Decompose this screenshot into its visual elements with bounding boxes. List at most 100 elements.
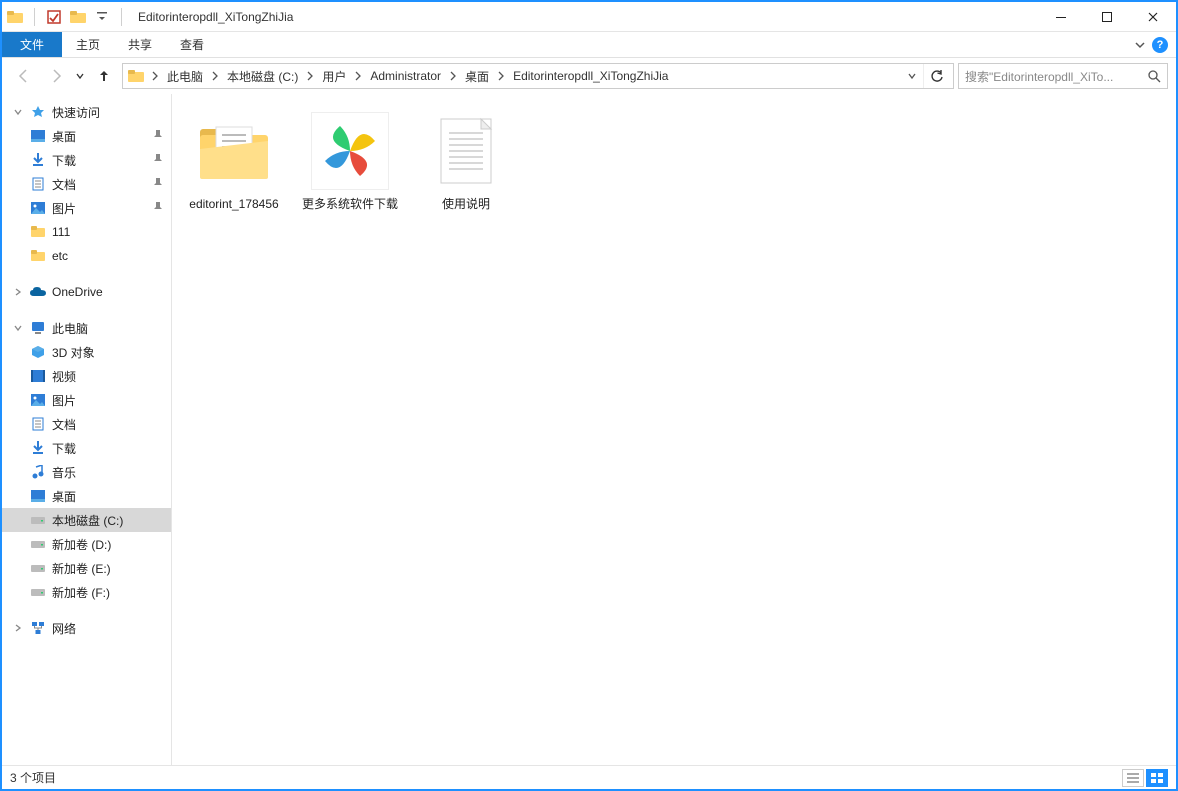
file-name: editorint_178456: [189, 196, 278, 212]
chevron-down-icon[interactable]: [12, 323, 24, 333]
quick-access-toolbar: Editorinteropdll_XiTongZhiJia: [2, 8, 293, 26]
video-icon: [30, 368, 46, 384]
folder-icon: [30, 224, 46, 240]
view-toggles: [1122, 769, 1168, 787]
sidebar-item-drive-e[interactable]: 新加卷 (E:): [2, 556, 171, 580]
sidebar-item-label: 111: [52, 225, 70, 239]
sidebar-item-pc-documents[interactable]: 文档: [2, 412, 171, 436]
list-item[interactable]: 更多系统软件下载: [296, 108, 404, 216]
search-icon: [1147, 69, 1161, 83]
sidebar-item-quick-access[interactable]: 快速访问: [2, 100, 171, 124]
pictures-icon: [30, 392, 46, 408]
document-icon: [30, 176, 46, 192]
sidebar-item-label: 3D 对象: [52, 344, 95, 361]
chevron-right-icon[interactable]: [12, 623, 24, 633]
drive-icon: [30, 560, 46, 576]
sidebar-item-network[interactable]: 网络: [2, 616, 171, 640]
details-view-button[interactable]: [1122, 769, 1144, 787]
chevron-right-icon[interactable]: [209, 71, 221, 81]
chevron-right-icon[interactable]: [12, 287, 24, 297]
chevron-right-icon[interactable]: [447, 71, 459, 81]
folder-icon: [30, 248, 46, 264]
sidebar-item-drive-d[interactable]: 新加卷 (D:): [2, 532, 171, 556]
nav-up-button[interactable]: [90, 62, 118, 90]
content-pane[interactable]: editorint_178456 更多系统软件下载: [172, 94, 1176, 765]
folder-icon: [69, 8, 87, 26]
crumb-this-pc[interactable]: 此电脑: [161, 64, 209, 88]
crumb-users[interactable]: 用户: [316, 64, 352, 88]
pin-icon: [153, 154, 163, 166]
list-item[interactable]: 使用说明: [412, 108, 520, 216]
cloud-icon: [30, 284, 46, 300]
qat-dropdown-icon[interactable]: [93, 8, 111, 26]
window-title: Editorinteropdll_XiTongZhiJia: [138, 10, 293, 24]
properties-icon[interactable]: [45, 8, 63, 26]
document-icon: [30, 416, 46, 432]
minimize-button[interactable]: [1038, 3, 1084, 31]
sidebar-item-pc-downloads[interactable]: 下载: [2, 436, 171, 460]
sidebar-item-downloads[interactable]: 下载: [2, 148, 171, 172]
sidebar-item-etc[interactable]: etc: [2, 244, 171, 268]
sidebar-item-onedrive[interactable]: OneDrive: [2, 280, 171, 304]
ribbon-tabs: 文件 主页 共享 查看 ?: [2, 32, 1176, 58]
chevron-right-icon[interactable]: [495, 71, 507, 81]
nav-back-button[interactable]: [10, 62, 38, 90]
sidebar-item-this-pc[interactable]: 此电脑: [2, 316, 171, 340]
file-name: 使用说明: [442, 196, 490, 212]
navigation-pane[interactable]: 快速访问 桌面 下载 文档: [2, 94, 172, 765]
sidebar-item-documents[interactable]: 文档: [2, 172, 171, 196]
crumb-desktop[interactable]: 桌面: [459, 64, 495, 88]
pin-icon: [153, 178, 163, 190]
titlebar: Editorinteropdll_XiTongZhiJia: [2, 2, 1176, 32]
address-bar[interactable]: 此电脑 本地磁盘 (C:) 用户 Administrator 桌面 Editor…: [122, 63, 954, 89]
download-icon: [30, 152, 46, 168]
crumb-drive-c[interactable]: 本地磁盘 (C:): [221, 64, 304, 88]
tab-share[interactable]: 共享: [114, 32, 166, 57]
pin-icon: [153, 202, 163, 214]
sidebar-item-videos[interactable]: 视频: [2, 364, 171, 388]
separator: [34, 8, 35, 26]
sidebar-item-pc-desktop[interactable]: 桌面: [2, 484, 171, 508]
list-item[interactable]: editorint_178456: [180, 108, 288, 216]
sidebar-item-pc-pictures[interactable]: 图片: [2, 388, 171, 412]
sidebar-item-label: etc: [52, 249, 68, 263]
tab-file[interactable]: 文件: [2, 32, 62, 57]
crumb-current-folder[interactable]: Editorinteropdll_XiTongZhiJia: [507, 64, 674, 88]
drive-icon: [30, 512, 46, 528]
chevron-down-icon[interactable]: [12, 107, 24, 117]
folder-icon: [6, 8, 24, 26]
window-controls: [1038, 3, 1176, 31]
sidebar-item-drive-c[interactable]: 本地磁盘 (C:): [2, 508, 171, 532]
chevron-right-icon[interactable]: [149, 71, 161, 81]
sidebar-item-label: 图片: [52, 392, 76, 409]
sidebar-item-label: 下载: [52, 440, 76, 457]
tab-home[interactable]: 主页: [62, 32, 114, 57]
sidebar-item-3d-objects[interactable]: 3D 对象: [2, 340, 171, 364]
sidebar-item-label: 新加卷 (F:): [52, 584, 110, 601]
chevron-right-icon[interactable]: [304, 71, 316, 81]
maximize-button[interactable]: [1084, 3, 1130, 31]
sidebar-item-music[interactable]: 音乐: [2, 460, 171, 484]
drive-icon: [30, 536, 46, 552]
nav-forward-button[interactable]: [42, 62, 70, 90]
search-input[interactable]: 搜索"Editorinteropdll_XiTo...: [958, 63, 1168, 89]
sidebar-item-111[interactable]: 111: [2, 220, 171, 244]
crumb-admin[interactable]: Administrator: [364, 64, 447, 88]
sidebar-item-drive-f[interactable]: 新加卷 (F:): [2, 580, 171, 604]
star-icon: [30, 104, 46, 120]
refresh-button[interactable]: [923, 64, 949, 88]
icons-view-button[interactable]: [1146, 769, 1168, 787]
nav-history-dropdown[interactable]: [74, 62, 86, 90]
window-frame: Editorinteropdll_XiTongZhiJia 文件 主页 共享 查…: [0, 0, 1178, 791]
pc-icon: [30, 320, 46, 336]
sidebar-item-desktop[interactable]: 桌面: [2, 124, 171, 148]
tab-view[interactable]: 查看: [166, 32, 218, 57]
addressbar-dropdown-icon[interactable]: [907, 71, 917, 81]
sidebar-item-label: 本地磁盘 (C:): [52, 512, 123, 529]
chevron-right-icon[interactable]: [352, 71, 364, 81]
body: 快速访问 桌面 下载 文档: [2, 94, 1176, 765]
ribbon-expand-icon[interactable]: [1134, 39, 1146, 51]
close-button[interactable]: [1130, 3, 1176, 31]
sidebar-item-pictures[interactable]: 图片: [2, 196, 171, 220]
help-icon[interactable]: ?: [1152, 37, 1168, 53]
